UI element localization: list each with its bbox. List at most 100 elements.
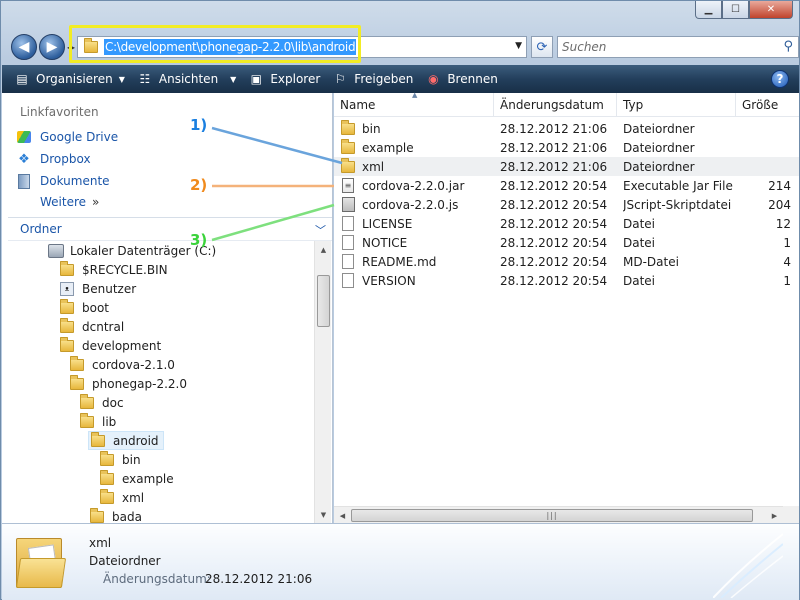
help-button[interactable]: ? xyxy=(771,70,789,88)
double-chevron-icon: » xyxy=(92,195,100,209)
horizontal-scrollbar[interactable]: ◀ ||| ▶ xyxy=(334,506,783,523)
file-type: Datei xyxy=(623,273,656,288)
folder-tree: Lokaler Datenträger (C:) $RECYCLE.BIN ᴥB… xyxy=(2,241,314,523)
refresh-icon: ⟳ xyxy=(536,39,548,55)
tree-item[interactable]: lib xyxy=(80,412,116,431)
file-date: 28.12.2012 21:06 xyxy=(500,159,608,174)
tree-item[interactable]: doc xyxy=(80,393,124,412)
scroll-up-icon[interactable]: ▲ xyxy=(315,241,332,258)
favorite-more[interactable]: Weitere » xyxy=(40,195,99,209)
users-folder-icon: ᴥ xyxy=(60,281,74,296)
tree-item[interactable]: development xyxy=(60,336,161,355)
favorite-documents[interactable]: Dokumente xyxy=(16,173,110,189)
file-date: 28.12.2012 20:54 xyxy=(500,178,608,193)
file-size: 12 xyxy=(775,216,791,231)
table-row[interactable]: LICENSE 28.12.2012 20:54 Datei 12 xyxy=(334,214,799,233)
tree-scrollbar[interactable]: ▲ ▼ xyxy=(314,241,331,523)
tree-label: bada xyxy=(112,509,142,524)
views-button[interactable]: ☷ Ansichten ▼ xyxy=(137,68,236,90)
tree-item[interactable]: bada xyxy=(90,507,142,523)
folder-icon xyxy=(340,138,356,156)
tree-item[interactable]: ᴥ Benutzer xyxy=(60,279,136,298)
column-date[interactable]: Änderungsdatum xyxy=(494,93,617,117)
tree-item-selected[interactable]: android xyxy=(88,431,164,450)
back-button[interactable]: ◀ xyxy=(11,34,37,60)
command-toolbar: ▤ Organisieren ▼ ☷ Ansichten ▼ ▣ Explore… xyxy=(2,65,799,93)
tree-item[interactable]: $RECYCLE.BIN xyxy=(60,260,168,279)
table-row[interactable]: ≡ cordova-2.2.0.jar 28.12.2012 20:54 Exec… xyxy=(334,176,799,195)
minimize-button[interactable]: ▁ xyxy=(695,1,722,19)
arrow-right-icon: ▶ xyxy=(46,39,58,55)
file-type: Dateiordner xyxy=(623,121,695,136)
file-name: NOTICE xyxy=(362,235,408,250)
search-input[interactable]: Suchen ⚲ xyxy=(557,36,799,58)
table-row[interactable]: README.md 28.12.2012 20:54 MD-Datei 4 xyxy=(334,252,799,271)
forward-button[interactable]: ▶ xyxy=(39,34,65,60)
folder-preview-icon xyxy=(15,532,67,588)
file-date: 28.12.2012 20:54 xyxy=(500,235,608,250)
explorer-label: Explorer xyxy=(270,72,321,86)
organize-button[interactable]: ▤ Organisieren ▼ xyxy=(14,68,125,90)
tree-item[interactable]: cordova-2.1.0 xyxy=(70,355,175,374)
explorer-button[interactable]: ▣ Explorer xyxy=(248,68,321,90)
favorite-dropbox[interactable]: ❖ Dropbox xyxy=(16,151,91,167)
scroll-down-icon[interactable]: ▼ xyxy=(315,506,332,523)
file-type: Dateiordner xyxy=(623,140,695,155)
folder-icon xyxy=(60,336,74,352)
scroll-right-icon[interactable]: ▶ xyxy=(766,507,783,524)
maximize-button[interactable]: ☐ xyxy=(722,1,749,19)
scrollbar-thumb[interactable]: ||| xyxy=(351,509,753,522)
scrollbar-thumb[interactable] xyxy=(317,275,330,327)
address-row: ◀ ▶ ◂▸ C:\development\phonegap-2.2.0\lib… xyxy=(9,25,799,63)
burn-button[interactable]: ◉ Brennen xyxy=(425,68,498,90)
tree-item[interactable]: phonegap-2.2.0 xyxy=(70,374,187,393)
tree-label: cordova-2.1.0 xyxy=(92,357,175,372)
address-highlight-box xyxy=(69,25,361,63)
tree-item[interactable]: dcntral xyxy=(60,317,124,336)
organize-label: Organisieren xyxy=(36,72,113,86)
scroll-left-icon[interactable]: ◀ xyxy=(334,507,351,524)
column-type[interactable]: Typ xyxy=(617,93,736,117)
folder-icon xyxy=(60,298,74,314)
favorite-label: Dokumente xyxy=(40,174,110,188)
tree-label: doc xyxy=(102,395,124,410)
google-drive-icon xyxy=(16,129,32,145)
column-label: Größe xyxy=(742,98,779,112)
folders-header[interactable]: Ordner ﹀ xyxy=(8,217,332,241)
folder-icon xyxy=(80,412,94,428)
table-row[interactable]: bin 28.12.2012 21:06 Dateiordner xyxy=(334,119,799,138)
tree-item[interactable]: example xyxy=(100,469,174,488)
favorite-google-drive[interactable]: Google Drive xyxy=(16,129,118,145)
file-size: 4 xyxy=(783,254,791,269)
folder-icon xyxy=(100,469,114,485)
file-icon xyxy=(340,273,356,289)
tree-label: xml xyxy=(122,490,145,505)
file-name: xml xyxy=(362,159,385,174)
address-history-dropdown[interactable]: ▼ xyxy=(515,41,522,51)
file-type: Dateiordner xyxy=(623,159,695,174)
share-icon: ⚐ xyxy=(334,72,346,86)
search-icon[interactable]: ⚲ xyxy=(783,39,793,54)
table-row-highlighted[interactable]: xml 28.12.2012 21:06 Dateiordner xyxy=(334,157,799,176)
folder-icon xyxy=(80,393,94,409)
tree-label: android xyxy=(113,433,159,448)
share-button[interactable]: ⚐ Freigeben xyxy=(332,68,413,90)
annotation-label-3: 3) xyxy=(190,231,208,249)
tree-item[interactable]: bin xyxy=(100,450,141,469)
file-name: cordova-2.2.0.jar xyxy=(362,178,465,193)
table-row[interactable]: VERSION 28.12.2012 20:54 Datei 1 xyxy=(334,271,799,290)
table-row[interactable]: cordova-2.2.0.js 28.12.2012 20:54 JScrip… xyxy=(334,195,799,214)
tree-item[interactable]: xml xyxy=(100,488,144,507)
file-size: 204 xyxy=(768,197,791,212)
refresh-button[interactable]: ⟳ xyxy=(531,36,553,58)
tree-item[interactable]: boot xyxy=(60,298,109,317)
table-row[interactable]: NOTICE 28.12.2012 20:54 Datei 1 xyxy=(334,233,799,252)
file-name: example xyxy=(362,140,414,155)
favorite-label: Dropbox xyxy=(40,152,91,166)
close-button[interactable]: ✕ xyxy=(749,1,793,19)
file-size: 1 xyxy=(783,273,791,288)
column-name[interactable]: Name ▲ xyxy=(334,91,494,117)
table-row[interactable]: example 28.12.2012 21:06 Dateiordner xyxy=(334,138,799,157)
column-size[interactable]: Größe xyxy=(736,93,799,117)
file-icon xyxy=(340,235,356,251)
